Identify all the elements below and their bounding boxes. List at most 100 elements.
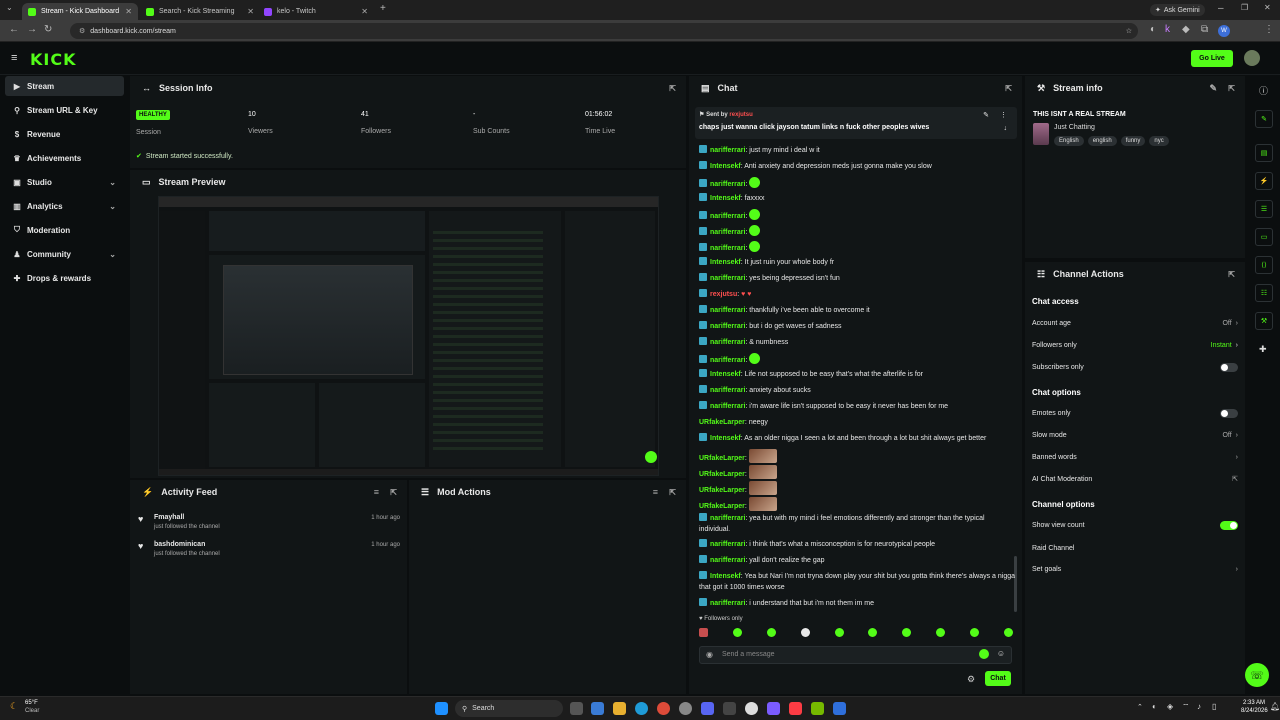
tray-icon[interactable]: ◈ (1167, 702, 1173, 711)
chat-username[interactable]: narifferrari (710, 307, 745, 314)
sidebar-item-stream-url[interactable]: ⚲ Stream URL & Key (5, 100, 124, 120)
emote-icon[interactable] (868, 628, 878, 637)
activity-user[interactable]: bashdominican (154, 541, 205, 548)
chat-username[interactable]: URfakeLarper (699, 471, 745, 478)
chat-message[interactable]: narifferrari: yall don't realize the gap (699, 555, 1015, 566)
collapse-icon[interactable]: ↓ (1004, 125, 1008, 132)
chat-message[interactable]: narifferrari: just my mind i deal w it (699, 145, 1015, 156)
emote-icon[interactable] (766, 628, 776, 637)
stream-preview-video[interactable] (158, 196, 659, 476)
more-icon[interactable]: ⋮ (1000, 111, 1007, 119)
rail-chat-icon[interactable]: ▤ (1255, 144, 1273, 162)
chat-message[interactable]: narifferrari: yes being depressed isn't … (699, 273, 1015, 284)
tag-chip[interactable]: nyc (1149, 136, 1169, 146)
sidebar-item-revenue[interactable]: $ Revenue (5, 124, 124, 144)
chat-message[interactable]: Intensekf: It just ruin your whole body … (699, 257, 1015, 268)
chat-username[interactable]: narifferrari (710, 245, 745, 252)
emote-icon[interactable] (699, 628, 708, 637)
edit-pencil-icon[interactable]: ✎ (1209, 83, 1217, 94)
tab-kick-search[interactable]: Search - Kick Streaming ✕ (140, 3, 260, 20)
raid-channel-row[interactable]: Raid Channel (1032, 542, 1238, 554)
popout-icon[interactable]: ⇱ (1005, 84, 1012, 93)
chat-username[interactable]: URfakeLarper (699, 419, 745, 426)
emoji-icon[interactable]: ☺ (997, 649, 1005, 658)
chat-message[interactable]: narifferrari: yea but with my mind i fee… (699, 513, 1015, 535)
clock-time[interactable]: 2:33 AM (1243, 700, 1265, 706)
chat-username[interactable]: narifferrari (710, 323, 745, 330)
chat-message[interactable]: narifferrari: & numbness (699, 337, 1015, 348)
banned-words-row[interactable]: Banned words › (1032, 451, 1238, 463)
emote-icon[interactable] (834, 628, 844, 637)
extension-icon[interactable]: ◐ (1150, 24, 1156, 35)
url-input[interactable]: ⚙ dashboard.kick.com/stream ☆ (70, 23, 1138, 39)
chat-badge-icon[interactable]: ◉ (706, 650, 713, 659)
chat-message[interactable]: URfakeLarper: (699, 497, 1015, 512)
emotes-only-toggle[interactable] (1220, 408, 1238, 418)
bookmark-icon[interactable]: ☆ (1126, 27, 1132, 35)
chat-username[interactable]: narifferrari (710, 600, 745, 607)
taskbar-search[interactable]: ⚲ Search (455, 700, 563, 717)
popout-icon[interactable]: ⇱ (1228, 84, 1235, 93)
emote-icon[interactable] (970, 628, 979, 637)
settings-icon[interactable] (679, 702, 692, 715)
ask-gemini-button[interactable]: ✦ Ask Gemini (1150, 4, 1205, 16)
kick-extension-icon[interactable]: k (1165, 24, 1170, 35)
chat-message[interactable]: Intensekf: Yea but Nari I'm not tryna do… (699, 571, 1015, 593)
sidebar-item-studio[interactable]: ▣ Studio ⌄ (5, 172, 124, 192)
chat-username[interactable]: narifferrari (710, 403, 745, 410)
sidebar-item-achievements[interactable]: ♛ Achievements (5, 148, 124, 168)
edge-icon[interactable] (635, 702, 648, 715)
rail-wrench-icon[interactable]: ⚒ (1255, 312, 1273, 330)
rail-bolt-icon[interactable]: ⚡ (1255, 172, 1273, 190)
pin-icon[interactable]: ✎ (983, 111, 989, 119)
tray-icon[interactable]: ◐ (1152, 702, 1157, 711)
rail-sliders-icon[interactable]: ☷ (1255, 284, 1273, 302)
app-icon[interactable] (833, 702, 846, 715)
close-icon[interactable]: ✕ (361, 7, 368, 16)
rail-add-icon[interactable]: ✚ (1259, 344, 1267, 355)
subscribers-only-toggle[interactable] (1220, 362, 1238, 372)
tab-search-icon[interactable]: ⌄ (6, 3, 13, 12)
sidebar-item-community[interactable]: ♟ Community ⌄ (5, 244, 124, 264)
chat-message[interactable]: narifferrari: thankfully i've been able … (699, 305, 1015, 316)
emote-icon[interactable] (936, 628, 946, 637)
chat-username[interactable]: Intensekf (710, 195, 741, 202)
chat-username[interactable]: URfakeLarper (699, 455, 745, 462)
rail-message-icon[interactable]: ▭ (1255, 228, 1273, 246)
chat-username[interactable]: rexjutsu (710, 291, 737, 298)
chat-message[interactable]: narifferrari: (699, 177, 1015, 190)
emote-icon[interactable] (800, 628, 810, 637)
emote-icon[interactable] (732, 628, 742, 637)
category-thumbnail[interactable] (1033, 123, 1049, 145)
account-age-row[interactable]: Account age Off › (1032, 317, 1238, 329)
minimize-icon[interactable]: – (1218, 3, 1224, 14)
filter-icon[interactable]: ≡ (374, 487, 379, 497)
chat-username[interactable]: Intensekf (710, 259, 741, 266)
windows-start-icon[interactable] (435, 702, 448, 715)
nvidia-icon[interactable] (811, 702, 824, 715)
hamburger-icon[interactable]: ≡ (11, 52, 17, 64)
rail-list-icon[interactable]: ☰ (1255, 200, 1273, 218)
chat-username[interactable]: narifferrari (710, 213, 745, 220)
rail-edit-icon[interactable]: ✎ (1255, 110, 1273, 128)
chat-settings-gear-icon[interactable]: ⚙ (967, 674, 975, 685)
kick-logo[interactable]: KICK (30, 50, 77, 69)
popout-icon[interactable]: ⇱ (669, 84, 676, 93)
chat-username[interactable]: narifferrari (710, 275, 745, 282)
slow-mode-row[interactable]: Slow mode Off › (1032, 429, 1238, 441)
show-view-count-toggle[interactable] (1220, 520, 1238, 530)
chrome-icon[interactable] (657, 702, 670, 715)
reload-icon[interactable]: ↻ (44, 24, 52, 35)
forward-icon[interactable]: → (27, 24, 37, 35)
category-name[interactable]: Just Chatting (1054, 124, 1095, 131)
store-icon[interactable] (591, 702, 604, 715)
battery-icon[interactable]: ▯ (1212, 702, 1216, 711)
clock-date[interactable]: 8/24/2026 (1241, 708, 1268, 714)
weather-temp[interactable]: 65°F (25, 700, 38, 706)
sidebar-item-moderation[interactable]: ⛉ Moderation (5, 220, 124, 240)
site-info-icon[interactable]: ⚙ (79, 27, 85, 35)
chat-username[interactable]: Intensekf (710, 435, 741, 442)
set-goals-row[interactable]: Set goals › (1032, 563, 1238, 575)
chat-message[interactable]: narifferrari: but i do get waves of sadn… (699, 321, 1015, 332)
tab-twitch[interactable]: kelo - Twitch ✕ (258, 3, 374, 20)
